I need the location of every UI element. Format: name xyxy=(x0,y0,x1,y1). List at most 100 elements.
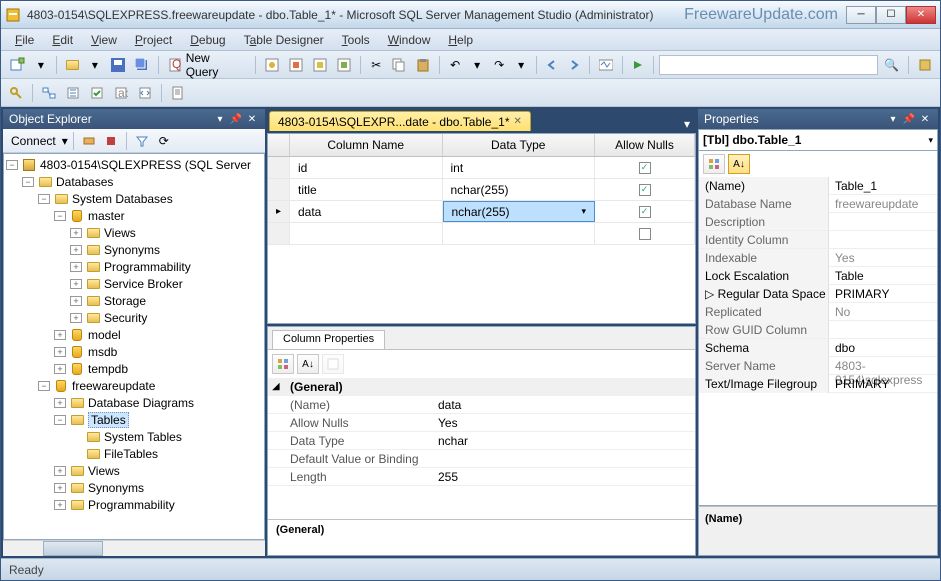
redo-button[interactable]: ↷ xyxy=(489,54,509,76)
menu-view[interactable]: View xyxy=(83,31,125,49)
tree-toggle[interactable]: − xyxy=(54,211,66,221)
property-row[interactable]: (Name)Table_1 xyxy=(699,177,937,195)
xml-icon[interactable] xyxy=(134,82,156,104)
tree-toggle[interactable]: − xyxy=(38,381,50,391)
tree-toggle[interactable]: + xyxy=(54,500,66,510)
search-combo[interactable] xyxy=(659,55,878,75)
security-node[interactable]: Security xyxy=(104,311,147,325)
property-row[interactable]: Row GUID Column xyxy=(699,321,937,339)
allow-nulls-cell[interactable]: ✓ xyxy=(595,179,695,200)
menu-debug[interactable]: Debug xyxy=(182,31,233,49)
property-value[interactable]: Table_1 xyxy=(829,177,937,195)
tree-toggle[interactable]: + xyxy=(54,483,66,493)
panel-dropdown-icon[interactable]: ▾ xyxy=(213,112,227,126)
freewareupdate-node[interactable]: freewareupdate xyxy=(72,379,155,393)
menu-tools[interactable]: Tools xyxy=(334,31,378,49)
data-type-cell-selected[interactable]: nchar(255)▾ xyxy=(443,201,596,222)
alphabetical-icon[interactable]: A↓ xyxy=(728,154,750,174)
tree-toggle[interactable]: + xyxy=(54,466,66,476)
activity-monitor-icon[interactable] xyxy=(595,54,617,76)
checkbox-checked-icon[interactable]: ✓ xyxy=(639,162,651,174)
filter-icon[interactable] xyxy=(132,130,152,152)
pin-icon[interactable]: 📌 xyxy=(229,112,243,126)
categorized-icon[interactable] xyxy=(703,154,725,174)
property-row[interactable]: Server Name4803-0154\sqlexpress xyxy=(699,357,937,375)
menu-window[interactable]: Window xyxy=(380,31,439,49)
prop-val[interactable]: 255 xyxy=(434,470,695,484)
panel-dropdown-icon[interactable]: ▾ xyxy=(886,112,900,126)
open-button[interactable] xyxy=(62,54,83,76)
col-name-cell[interactable]: id xyxy=(290,157,443,178)
grid-row[interactable]: ▸ data nchar(255)▾ ✓ xyxy=(268,201,695,223)
paste-button[interactable] xyxy=(412,54,434,76)
tree-toggle[interactable]: − xyxy=(54,415,66,425)
tree-toggle[interactable]: + xyxy=(70,228,82,238)
tree-toggle[interactable]: + xyxy=(70,245,82,255)
model-node[interactable]: model xyxy=(88,328,121,342)
fulltext-icon[interactable]: ab xyxy=(110,82,132,104)
col-name-cell[interactable]: data xyxy=(290,201,443,222)
cut-button[interactable]: ✂ xyxy=(366,54,386,76)
property-value[interactable]: Table xyxy=(829,267,937,285)
categorized-icon[interactable] xyxy=(272,354,294,374)
document-tab[interactable]: 4803-0154\SQLEXPR...date - dbo.Table_1* … xyxy=(269,111,531,131)
property-value[interactable]: Yes xyxy=(829,249,937,267)
property-grid[interactable]: (Name)Table_1Database Namefreewareupdate… xyxy=(698,177,938,506)
prop-val[interactable]: data xyxy=(434,398,695,412)
programmability-node[interactable]: Programmability xyxy=(104,260,191,274)
check-icon[interactable] xyxy=(86,82,108,104)
programmability2-node[interactable]: Programmability xyxy=(88,498,175,512)
prop-val[interactable]: nchar xyxy=(434,434,695,448)
db-engine-query-icon[interactable] xyxy=(261,54,283,76)
property-value[interactable]: No xyxy=(829,303,937,321)
tree-toggle[interactable]: + xyxy=(70,262,82,272)
prop-val[interactable]: Yes xyxy=(434,416,695,430)
maximize-button[interactable]: ☐ xyxy=(876,6,906,24)
property-row[interactable]: Description xyxy=(699,213,937,231)
property-row[interactable]: Identity Column xyxy=(699,231,937,249)
master-node[interactable]: master xyxy=(88,209,125,223)
relationships-icon[interactable] xyxy=(38,82,60,104)
tree-toggle[interactable]: + xyxy=(70,296,82,306)
new-project-button[interactable] xyxy=(5,54,29,76)
tree-toggle[interactable]: + xyxy=(54,398,66,408)
property-row[interactable]: Database Namefreewareupdate xyxy=(699,195,937,213)
property-row[interactable]: Text/Image FilegroupPRIMARY xyxy=(699,375,937,393)
pin-icon[interactable]: 📌 xyxy=(902,112,916,126)
property-value[interactable]: freewareupdate xyxy=(829,195,937,213)
connect-dropdown[interactable]: ▾ xyxy=(62,134,68,148)
stop-icon[interactable] xyxy=(101,130,121,152)
property-row[interactable]: ReplicatedNo xyxy=(699,303,937,321)
undo-dropdown[interactable]: ▾ xyxy=(467,54,487,76)
category-general[interactable]: (General) xyxy=(284,380,434,394)
redo-dropdown[interactable]: ▾ xyxy=(511,54,531,76)
databases-node[interactable]: Databases xyxy=(56,175,113,189)
properties-object-combo[interactable]: [Tbl] dbo.Table_1 ▾ xyxy=(698,129,938,151)
property-pages-icon[interactable] xyxy=(322,354,344,374)
service-broker-node[interactable]: Service Broker xyxy=(104,277,183,291)
tree-toggle[interactable]: + xyxy=(70,279,82,289)
tempdb-node[interactable]: tempdb xyxy=(88,362,128,376)
column-property-grid[interactable]: ◢(General) (Name)data Allow NullsYes Dat… xyxy=(268,378,695,519)
tables-node[interactable]: Tables xyxy=(88,412,129,428)
panel-close-icon[interactable]: ✕ xyxy=(245,112,259,126)
property-row[interactable]: Lock EscalationTable xyxy=(699,267,937,285)
property-value[interactable]: PRIMARY xyxy=(829,285,937,303)
save-all-button[interactable] xyxy=(131,54,153,76)
panel-close-icon[interactable]: ✕ xyxy=(918,112,932,126)
tree-toggle[interactable]: + xyxy=(54,364,66,374)
checkbox-checked-icon[interactable]: ✓ xyxy=(639,206,651,218)
grid-row[interactable]: id int ✓ xyxy=(268,157,695,179)
menu-file[interactable]: File xyxy=(7,31,42,49)
grid-row-empty[interactable] xyxy=(268,223,695,245)
tree-toggle[interactable]: − xyxy=(38,194,50,204)
key-icon[interactable] xyxy=(5,82,27,104)
storage-node[interactable]: Storage xyxy=(104,294,146,308)
menu-table-designer[interactable]: Table Designer xyxy=(236,31,332,49)
nav-fwd-button[interactable] xyxy=(564,54,584,76)
col-name-cell[interactable]: title xyxy=(290,179,443,200)
object-tree[interactable]: −4803-0154\SQLEXPRESS (SQL Server −Datab… xyxy=(3,153,265,540)
synonyms-node[interactable]: Synonyms xyxy=(104,243,160,257)
checkbox-unchecked-icon[interactable] xyxy=(639,228,651,240)
copy-button[interactable] xyxy=(388,54,410,76)
